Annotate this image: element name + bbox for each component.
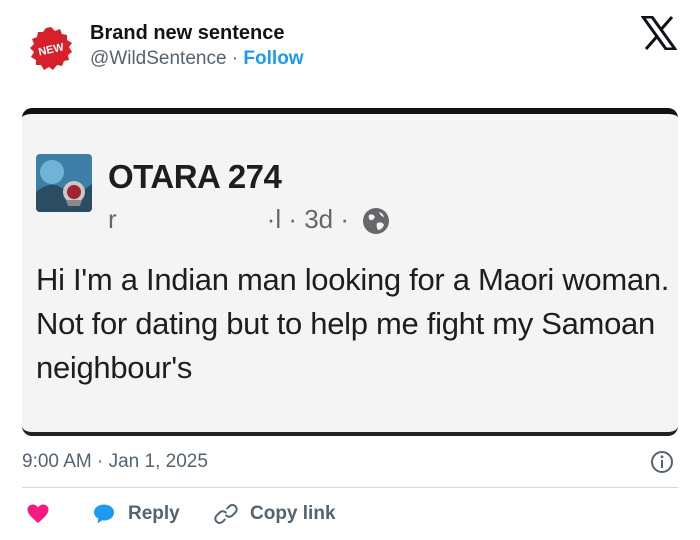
speech-bubble-icon — [94, 504, 114, 524]
follow-button[interactable]: Follow — [243, 48, 303, 69]
x-logo-icon[interactable] — [641, 16, 677, 50]
post-text: Hi I'm a Indian man looking for a Maori … — [36, 262, 670, 385]
copy-link-label: Copy link — [250, 503, 336, 524]
reply-button[interactable]: Reply — [92, 500, 180, 528]
copy-link-button[interactable]: Copy link — [214, 500, 336, 528]
link-icon — [214, 504, 238, 524]
handle-separator: · — [226, 48, 244, 69]
author-handle-row: @WildSentence · Follow — [90, 48, 304, 70]
reply-label: Reply — [128, 503, 180, 524]
info-icon[interactable] — [650, 450, 674, 474]
meta-partial: r — [108, 204, 117, 234]
post-meta: r ·l · 3d · — [108, 204, 349, 235]
tweet-timestamp[interactable]: 9:00 AM · Jan 1, 2025 — [22, 451, 208, 473]
like-button[interactable] — [26, 500, 62, 528]
tweet-embed-card: NEW Brand new sentence @WildSentence · F… — [0, 0, 700, 540]
globe-icon — [363, 208, 389, 234]
avatar[interactable]: NEW — [28, 26, 74, 72]
author-name[interactable]: Brand new sentence — [90, 22, 285, 45]
author-handle[interactable]: @WildSentence — [90, 48, 227, 69]
page-name: OTARA 274 — [108, 158, 282, 195]
page-profile-picture — [36, 154, 92, 212]
meta-suffix: ·l · 3d · — [266, 204, 350, 234]
divider — [22, 487, 678, 488]
heart-icon — [27, 504, 49, 523]
embedded-screenshot[interactable]: OTARA 274 r ·l · 3d · Hi I'm a Indian man… — [22, 108, 678, 436]
